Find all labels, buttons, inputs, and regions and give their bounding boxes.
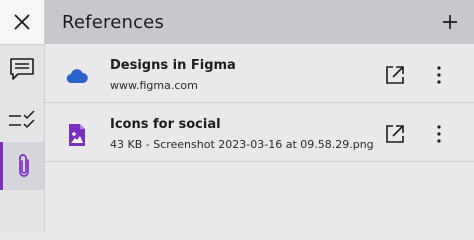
- comment-icon: [10, 58, 34, 80]
- close-button[interactable]: [0, 0, 44, 45]
- side-rail: [0, 0, 45, 232]
- checklist-icon: [9, 110, 35, 129]
- add-reference-button[interactable]: [438, 10, 462, 34]
- reference-detail: www.figma.com: [110, 79, 198, 92]
- panel-header: References: [45, 0, 474, 44]
- checklist-tab[interactable]: [0, 100, 44, 140]
- more-options-icon[interactable]: [428, 64, 450, 86]
- more-options-icon[interactable]: [428, 123, 450, 145]
- reference-name: Designs in Figma: [110, 58, 236, 73]
- open-external-icon[interactable]: [384, 123, 406, 145]
- panel-title: References: [62, 11, 165, 33]
- comments-tab[interactable]: [0, 49, 44, 89]
- cloud-icon: [66, 69, 88, 84]
- reference-detail: 43 KB - Screenshot 2023-03-16 at 09.58.2…: [110, 138, 374, 151]
- image-file-icon: [69, 124, 85, 146]
- reference-name: Icons for social: [110, 117, 221, 132]
- reference-row[interactable]: Icons for social 43 KB - Screenshot 2023…: [45, 105, 474, 162]
- reference-row[interactable]: Designs in Figma www.figma.com: [45, 46, 474, 103]
- close-icon: [14, 14, 30, 30]
- paperclip-icon: [18, 154, 29, 177]
- plus-icon: [443, 15, 457, 29]
- open-external-icon[interactable]: [384, 64, 406, 86]
- references-tab[interactable]: [0, 142, 44, 190]
- references-panel: References Designs in Figma www.figma.co…: [45, 0, 474, 232]
